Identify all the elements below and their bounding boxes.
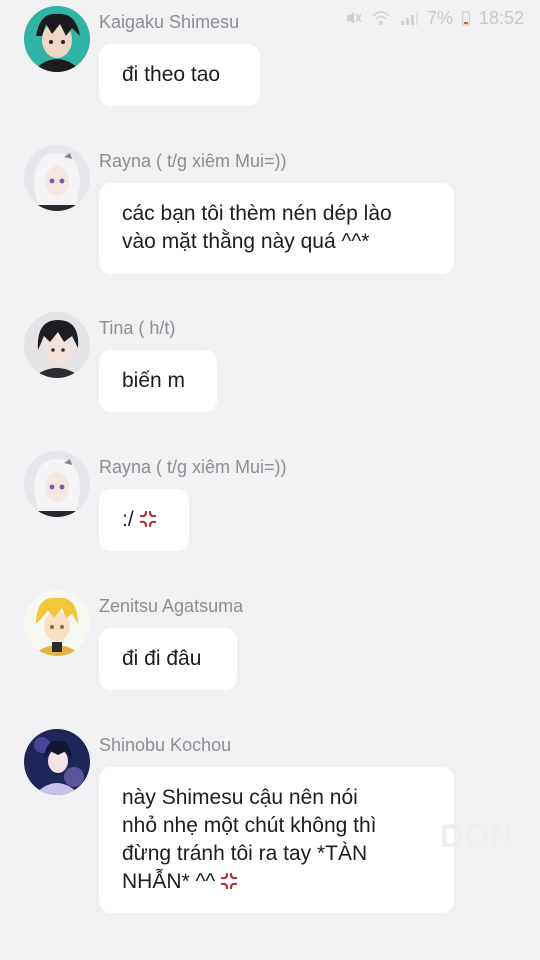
watermark: DON [440,818,515,854]
message-text: các bạn tôi thèm nén dép lào vào mặt thằ… [122,202,392,253]
message-bubble[interactable]: biến m [99,350,217,412]
battery-percent: 7% [426,7,453,28]
sender-name: Kaigaku Shimesu [99,12,240,32]
wifi-icon [371,9,391,27]
message-text: đi đi đâu [122,647,202,670]
message-bubble[interactable]: đi đi đâu [99,628,237,690]
avatar[interactable] [24,145,90,211]
sender-name: Zenitsu Agatsuma [99,596,244,616]
anger-symbol-icon [138,509,158,529]
anger-symbol-icon [219,871,239,891]
avatar[interactable] [24,312,90,378]
message-bubble[interactable]: :/ [99,489,189,551]
mute-icon [345,9,363,27]
message-text: này Shimesu cậu nên nói nhỏ nhẹ một chút… [122,786,377,893]
signal-icon [399,9,419,27]
avatar[interactable] [24,590,90,656]
message-bubble[interactable]: đi theo tao [99,44,260,106]
sender-name: Shinobu Kochou [99,735,232,755]
sender-name: Rayna ( t/g xiêm Mui=)) [99,151,287,171]
avatar[interactable] [24,729,90,795]
sender-name: Rayna ( t/g xiêm Mui=)) [99,457,287,477]
message-bubble[interactable]: này Shimesu cậu nên nói nhỏ nhẹ một chút… [99,767,454,913]
status-bar: 7% 18:52 [320,0,540,36]
battery-icon [461,9,471,27]
message-text: đi theo tao [122,63,221,86]
sender-name: Tina ( h/t) [99,318,176,338]
clock: 18:52 [478,7,524,28]
message-bubble[interactable]: các bạn tôi thèm nén dép lào vào mặt thằ… [99,183,454,274]
avatar[interactable] [24,451,90,517]
message-text: :/ [122,508,134,531]
message-text: biến m [122,369,186,392]
avatar[interactable] [24,6,90,72]
